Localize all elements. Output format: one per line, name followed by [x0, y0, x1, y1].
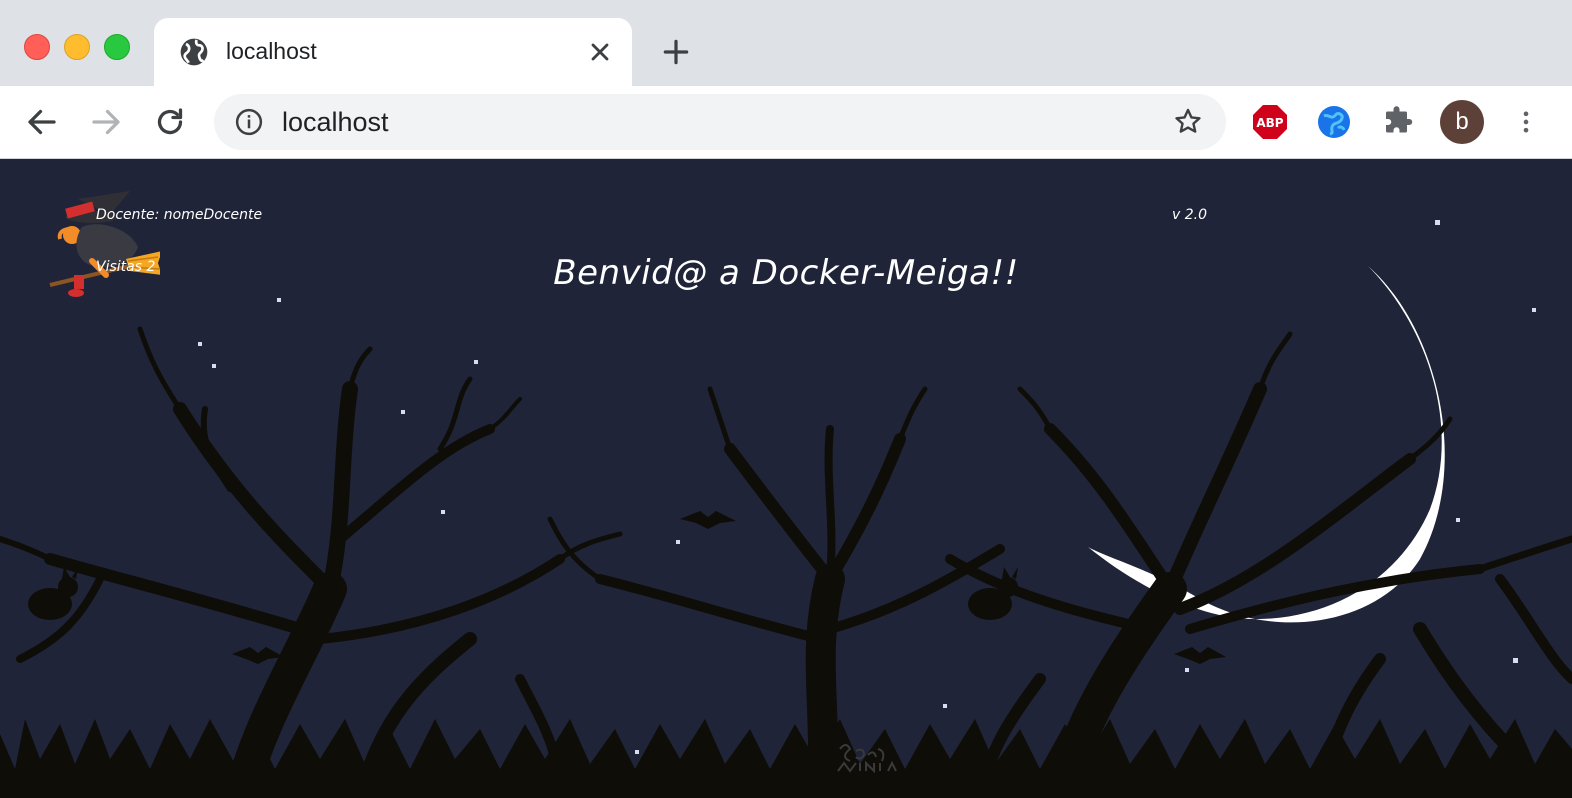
window-maximize-button[interactable] [104, 34, 130, 60]
new-tab-plus-icon[interactable] [660, 36, 692, 68]
kebab-menu-icon[interactable] [1512, 104, 1540, 140]
web-page: Docente: nomeDocente Visitas 2 v 2.0 Ben… [0, 159, 1572, 798]
profile-avatar[interactable]: b [1440, 100, 1484, 144]
tab-strip: localhost [0, 0, 1572, 86]
adblock-plus-extension-icon[interactable]: ABP [1252, 104, 1288, 140]
globe-icon [180, 38, 208, 66]
svg-text:ABP: ABP [1256, 116, 1283, 130]
bookmark-star-icon[interactable] [1172, 106, 1204, 138]
back-arrow-icon[interactable] [24, 104, 60, 140]
reload-icon[interactable] [152, 104, 188, 140]
welcome-title: Benvid@ a Docker-Meiga!! [553, 253, 1019, 293]
address-bar[interactable]: localhost [214, 94, 1226, 150]
close-icon[interactable] [586, 38, 614, 66]
window-close-button[interactable] [24, 34, 50, 60]
docente-label: Docente: nomeDocente [96, 207, 263, 223]
bat-silhouettes [232, 511, 1226, 664]
globe-extension-icon[interactable] [1316, 104, 1352, 140]
tab-title: localhost [226, 38, 317, 64]
info-icon[interactable] [234, 107, 264, 137]
browser-window: localhost localhost ABP b Docente: nomeD… [0, 0, 1572, 798]
browser-tab[interactable]: localhost [154, 18, 632, 86]
window-minimize-button[interactable] [64, 34, 90, 60]
forward-arrow-icon[interactable] [88, 104, 124, 140]
version-label: v 2.0 [1172, 207, 1207, 223]
address-bar-url[interactable]: localhost [282, 107, 389, 138]
puzzle-extensions-icon[interactable] [1380, 104, 1416, 140]
browser-toolbar: localhost ABP b [0, 86, 1572, 159]
